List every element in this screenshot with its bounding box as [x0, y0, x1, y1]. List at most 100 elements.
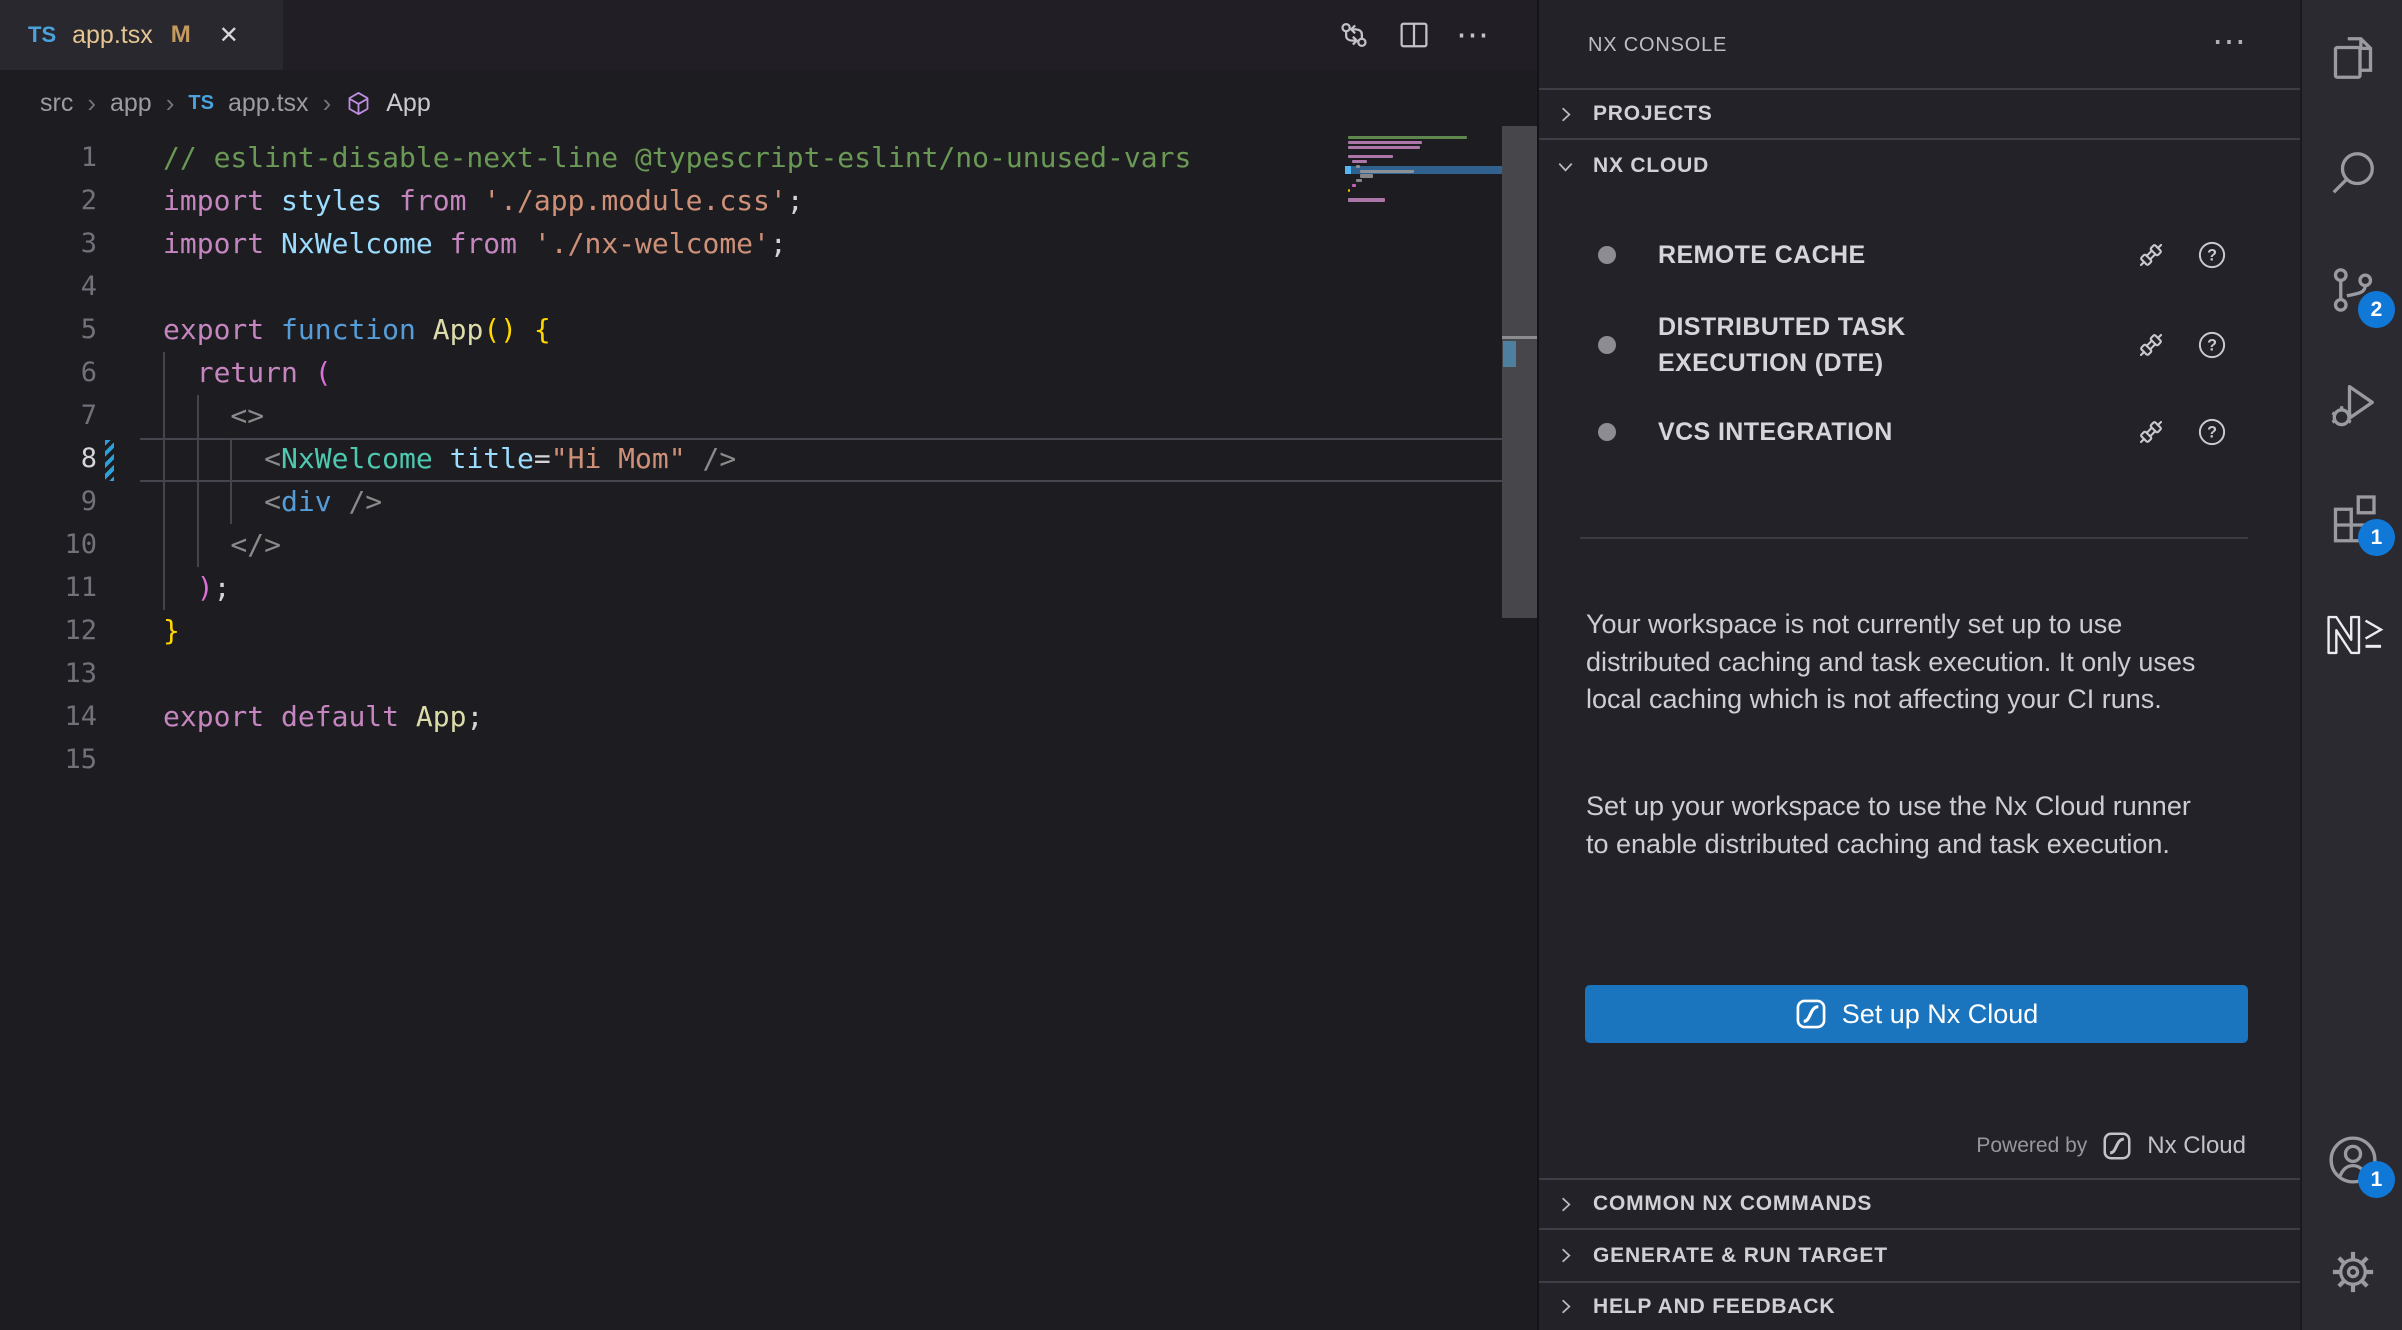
- code-line[interactable]: 4: [0, 265, 1537, 308]
- section-help-and-feedback[interactable]: HELP AND FEEDBACK: [1539, 1281, 2300, 1330]
- open-changes-icon[interactable]: [1336, 17, 1372, 53]
- gutter-modified-marker: [105, 440, 114, 481]
- help-icon[interactable]: ?: [2197, 330, 2227, 360]
- panel-header: NX CONSOLE ⋯: [1539, 0, 2300, 90]
- line-content: );: [163, 571, 230, 604]
- feature-label: DISTRIBUTED TASK EXECUTION (DTE): [1658, 309, 2048, 381]
- breadcrumb-symbol-app[interactable]: App: [386, 89, 430, 118]
- code-line[interactable]: 6 return (: [0, 351, 1537, 394]
- tab-app-tsx[interactable]: TS app.tsx M ✕: [0, 0, 283, 70]
- symbol-cube-icon: [345, 90, 372, 117]
- chevron-right-icon: [1554, 1244, 1577, 1267]
- minimap[interactable]: [1345, 130, 1502, 250]
- panel-more-actions-icon[interactable]: ⋯: [2212, 0, 2248, 84]
- activity-nx-console-icon[interactable]: [2325, 607, 2381, 663]
- line-number: 6: [0, 357, 97, 388]
- section-label: HELP AND FEEDBACK: [1593, 1295, 1835, 1319]
- code-line[interactable]: 10 </>: [0, 523, 1537, 566]
- breadcrumb-app[interactable]: app: [110, 89, 152, 118]
- activity-extensions-icon[interactable]: 1: [2325, 490, 2381, 546]
- editor-actions: ⋯: [1336, 0, 1491, 70]
- connect-icon[interactable]: [2135, 239, 2167, 271]
- nx-cloud-feature-row: REMOTE CACHE ?: [1539, 228, 2300, 282]
- setup-nx-cloud-button[interactable]: Set up Nx Cloud: [1585, 985, 2248, 1043]
- code-line[interactable]: 12}: [0, 609, 1537, 652]
- split-editor-icon[interactable]: [1396, 17, 1432, 53]
- breadcrumb-separator: ›: [87, 88, 96, 119]
- line-number: 4: [0, 271, 97, 302]
- minimap-current-line-notch: [1345, 166, 1351, 174]
- code-line[interactable]: 1 // eslint-disable-next-line @typescript…: [0, 136, 1537, 179]
- section-common-nx-commands[interactable]: COMMON NX COMMANDS: [1539, 1178, 2300, 1228]
- section-label: GENERATE & RUN TARGET: [1593, 1244, 1888, 1268]
- nx-cloud-feature-row: DISTRIBUTED TASK EXECUTION (DTE) ?: [1539, 300, 2300, 390]
- section-nx-cloud[interactable]: NX CLOUD: [1539, 138, 2300, 192]
- section-projects[interactable]: PROJECTS: [1539, 88, 2300, 138]
- activity-run-and-debug-icon[interactable]: [2325, 377, 2381, 433]
- modified-badge: M: [171, 21, 191, 49]
- code-line[interactable]: 7 <>: [0, 394, 1537, 437]
- code-line[interactable]: 2import styles from './app.module.css';: [0, 179, 1537, 222]
- nx-cloud-features: REMOTE CACHE ? DISTRIBUTED TASK EXECUTIO…: [1539, 192, 2300, 537]
- feature-status-dot: [1598, 336, 1616, 354]
- svg-text:?: ?: [2207, 337, 2217, 355]
- section-label: PROJECTS: [1593, 102, 1713, 126]
- workspace-status-text: Your workspace is not currently set up t…: [1586, 606, 2206, 719]
- svg-text:?: ?: [2207, 424, 2217, 442]
- chevron-down-icon: [1554, 155, 1577, 178]
- indent-guide: [197, 395, 199, 567]
- line-content: <div />: [163, 485, 382, 518]
- line-content: <NxWelcome title="Hi Mom" />: [163, 442, 736, 475]
- breadcrumb: src › app › TS app.tsx › App: [0, 70, 1537, 136]
- activity-search-icon[interactable]: [2325, 145, 2381, 201]
- minimap-slider-edge: [1502, 336, 1537, 339]
- typescript-file-icon: TS: [188, 92, 214, 115]
- line-number: 9: [0, 486, 97, 517]
- nx-console-panel: NX CONSOLE ⋯ PROJECTS NX CLOUD REMOTE CA…: [1537, 0, 2300, 1330]
- code-line[interactable]: 14export default App;: [0, 695, 1537, 738]
- help-icon[interactable]: ?: [2197, 240, 2227, 270]
- code-line[interactable]: 3import NxWelcome from './nx-welcome';: [0, 222, 1537, 265]
- line-number: 12: [0, 615, 97, 646]
- line-number: 1: [0, 142, 97, 173]
- nx-cloud-icon: [2102, 1131, 2132, 1161]
- breadcrumb-separator: ›: [166, 88, 175, 119]
- line-content: <>: [163, 399, 264, 432]
- powered-by-row: Powered by Nx Cloud: [1976, 1122, 2246, 1170]
- activity-settings-icon[interactable]: [2325, 1244, 2381, 1300]
- indent-guide: [230, 438, 232, 524]
- more-actions-icon[interactable]: ⋯: [1456, 17, 1491, 53]
- setup-button-label: Set up Nx Cloud: [1842, 999, 2039, 1030]
- scrollbar-thumb[interactable]: [1502, 126, 1537, 618]
- line-number: 8: [0, 443, 97, 474]
- code-line[interactable]: 15: [0, 738, 1537, 781]
- activity-accounts-icon[interactable]: 1: [2325, 1132, 2381, 1188]
- activity-explorer-icon[interactable]: [2325, 30, 2381, 86]
- line-content: </>: [163, 528, 281, 561]
- badge: 2: [2358, 291, 2395, 328]
- close-icon[interactable]: ✕: [219, 21, 239, 50]
- nx-cloud-brand-link[interactable]: Nx Cloud: [2147, 1132, 2246, 1160]
- line-content: // eslint-disable-next-line @typescript-…: [163, 141, 1191, 174]
- code-line[interactable]: 13: [0, 652, 1537, 695]
- code-line[interactable]: 11 );: [0, 566, 1537, 609]
- line-content: }: [163, 614, 180, 647]
- line-number: 2: [0, 185, 97, 216]
- chevron-right-icon: [1554, 1295, 1577, 1318]
- breadcrumb-file[interactable]: app.tsx: [228, 89, 309, 118]
- editor-region: TS app.tsx M ✕ ⋯ src › app › TS app.tsx: [0, 0, 1537, 1330]
- line-content: export function App() {: [163, 313, 551, 346]
- connect-icon[interactable]: [2135, 416, 2167, 448]
- line-number: 14: [0, 701, 97, 732]
- line-number: 7: [0, 400, 97, 431]
- activity-source-control-icon[interactable]: 2: [2325, 262, 2381, 318]
- section-generate-run-target[interactable]: GENERATE & RUN TARGET: [1539, 1228, 2300, 1281]
- breadcrumb-separator: ›: [323, 88, 332, 119]
- connect-icon[interactable]: [2135, 329, 2167, 361]
- breadcrumb-src[interactable]: src: [40, 89, 73, 118]
- feature-status-dot: [1598, 423, 1616, 441]
- help-icon[interactable]: ?: [2197, 417, 2227, 447]
- line-content: return (: [163, 356, 332, 389]
- line-content: import NxWelcome from './nx-welcome';: [163, 227, 787, 260]
- code-line[interactable]: 5export function App() {: [0, 308, 1537, 351]
